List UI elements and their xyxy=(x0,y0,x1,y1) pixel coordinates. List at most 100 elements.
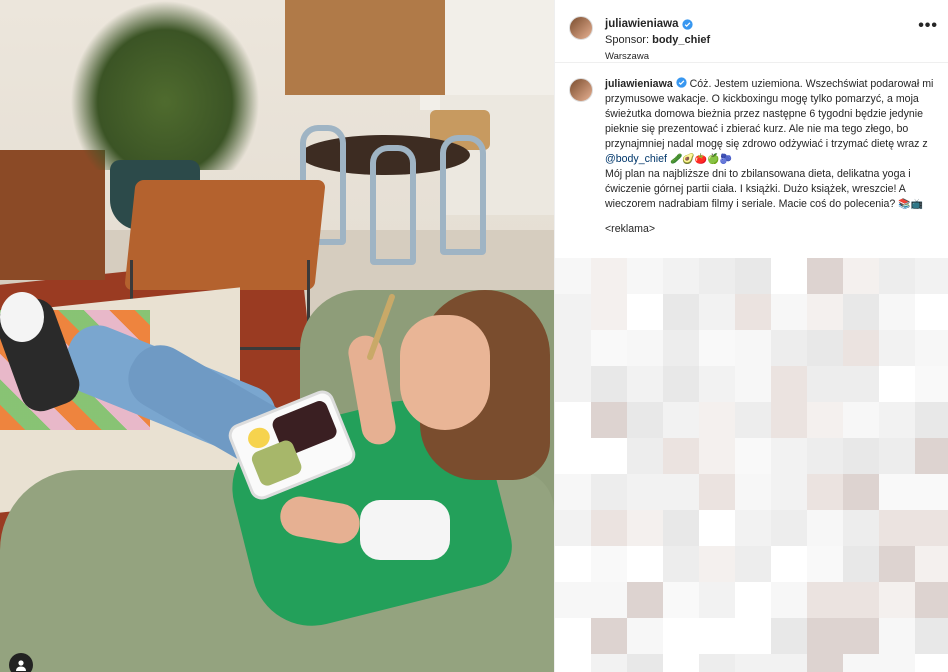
avatar[interactable] xyxy=(569,16,593,40)
blur-pixel xyxy=(915,474,948,510)
blur-pixel xyxy=(699,474,735,510)
blur-pixel xyxy=(663,402,699,438)
blur-pixel xyxy=(663,654,699,672)
blur-pixel xyxy=(699,582,735,618)
blur-pixel xyxy=(807,654,843,672)
blur-pixel xyxy=(915,438,948,474)
blur-pixel xyxy=(843,474,879,510)
blur-pixel xyxy=(699,618,735,654)
blur-pixel xyxy=(915,618,948,654)
blur-pixel xyxy=(591,366,627,402)
blur-pixel xyxy=(915,366,948,402)
blur-pixel xyxy=(663,294,699,330)
blur-pixel xyxy=(843,546,879,582)
location-link[interactable]: Warszawa xyxy=(605,50,710,64)
blur-pixel xyxy=(627,330,663,366)
blur-pixel xyxy=(807,582,843,618)
blur-pixel xyxy=(627,618,663,654)
blur-pixel xyxy=(843,582,879,618)
blur-pixel xyxy=(915,294,948,330)
blur-pixel xyxy=(555,258,591,294)
blur-pixel xyxy=(915,546,948,582)
blur-pixel xyxy=(663,366,699,402)
blur-pixel xyxy=(555,654,591,672)
user-tag-icon[interactable] xyxy=(9,653,33,672)
photo-cabinet xyxy=(285,0,445,95)
blur-pixel xyxy=(591,654,627,672)
post-photo[interactable] xyxy=(0,0,554,672)
blur-pixel xyxy=(591,510,627,546)
more-options-button[interactable]: ••• xyxy=(918,18,938,34)
sponsor-line: Sponsor: body_chief xyxy=(605,33,710,47)
blur-pixel xyxy=(879,474,915,510)
blur-pixel xyxy=(627,546,663,582)
mention-link[interactable]: @body_chief xyxy=(605,153,667,165)
blur-pixel xyxy=(627,438,663,474)
blur-pixel xyxy=(879,294,915,330)
verified-badge-icon xyxy=(676,77,687,88)
avatar[interactable] xyxy=(569,78,593,102)
blur-pixel xyxy=(771,438,807,474)
blur-pixel xyxy=(735,474,771,510)
blur-pixel xyxy=(555,294,591,330)
blur-pixel xyxy=(915,510,948,546)
blur-pixel xyxy=(627,402,663,438)
blur-pixel xyxy=(627,510,663,546)
blur-pixel xyxy=(807,366,843,402)
blur-pixel xyxy=(699,546,735,582)
blur-pixel xyxy=(591,546,627,582)
sponsor-prefix: Sponsor: xyxy=(605,34,653,46)
blur-pixel xyxy=(699,654,735,672)
blur-pixel xyxy=(627,474,663,510)
blur-pixel xyxy=(627,582,663,618)
photo-sock xyxy=(0,292,44,342)
blur-pixel xyxy=(699,510,735,546)
blur-pixel xyxy=(735,438,771,474)
blur-pixel xyxy=(915,330,948,366)
caption-emojis: 📚📺 xyxy=(898,199,924,210)
blur-pixel xyxy=(771,474,807,510)
blur-pixel xyxy=(915,654,948,672)
blur-pixel xyxy=(807,438,843,474)
blur-pixel xyxy=(627,294,663,330)
sponsor-brand-link[interactable]: body_chief xyxy=(652,34,710,46)
caption-username-link[interactable]: juliawieniawa xyxy=(605,78,673,90)
blur-pixel xyxy=(771,330,807,366)
blur-pixel xyxy=(555,402,591,438)
blur-pixel xyxy=(807,510,843,546)
blur-pixel xyxy=(807,474,843,510)
photo-dining-chair xyxy=(440,135,486,255)
caption-text-plan: Mój plan na najbliższe dni to zbilansowa… xyxy=(605,168,911,210)
blur-pixel xyxy=(663,618,699,654)
blur-pixel xyxy=(627,366,663,402)
blur-pixel xyxy=(591,258,627,294)
blur-pixel xyxy=(843,438,879,474)
blur-pixel xyxy=(663,258,699,294)
verified-badge-icon xyxy=(681,18,693,30)
blur-pixel xyxy=(699,294,735,330)
blur-pixel xyxy=(735,654,771,672)
blur-pixel xyxy=(555,546,591,582)
username-link[interactable]: juliawieniawa xyxy=(605,17,679,31)
blur-pixel xyxy=(807,618,843,654)
photo-white-shirt xyxy=(360,500,450,560)
blur-pixel xyxy=(627,654,663,672)
blur-pixel xyxy=(735,294,771,330)
blur-pixel xyxy=(627,258,663,294)
blur-pixel xyxy=(771,402,807,438)
blur-pixel xyxy=(699,438,735,474)
caption: juliawieniawa Cóż. Jestem uziemiona. Wsz… xyxy=(555,63,948,237)
blur-pixel xyxy=(699,330,735,366)
blur-pixel xyxy=(555,618,591,654)
blur-pixel xyxy=(771,510,807,546)
blur-pixel xyxy=(555,438,591,474)
blur-pixel xyxy=(663,546,699,582)
blurred-comments xyxy=(555,258,948,672)
blur-pixel xyxy=(699,366,735,402)
blur-pixel xyxy=(771,582,807,618)
blur-pixel xyxy=(807,330,843,366)
blur-pixel xyxy=(555,510,591,546)
blur-pixel xyxy=(843,402,879,438)
blur-pixel xyxy=(591,294,627,330)
blur-pixel xyxy=(843,366,879,402)
